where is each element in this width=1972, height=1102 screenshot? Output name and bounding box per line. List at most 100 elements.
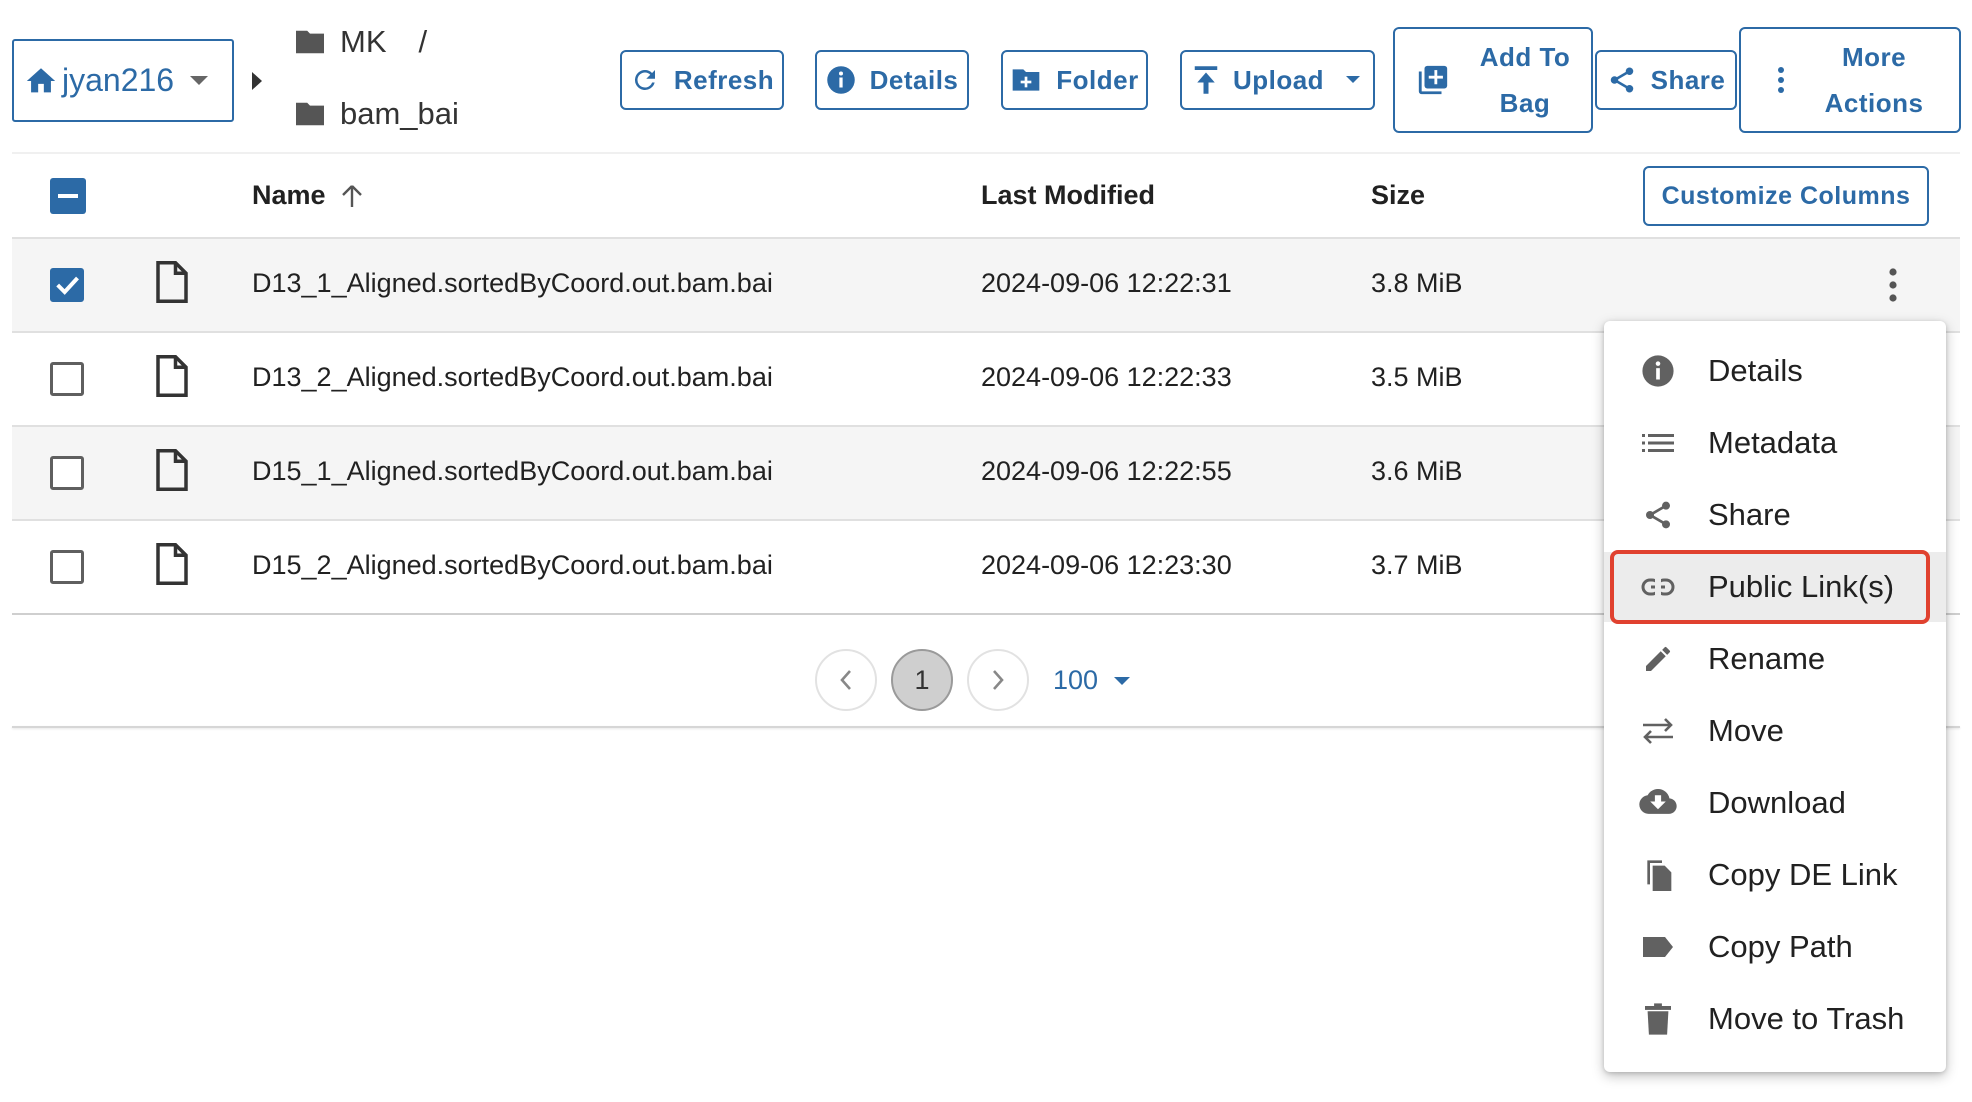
menu-item-label: Copy DE Link [1708,857,1898,892]
menu-item-copy-de-link[interactable]: Copy DE Link [1604,840,1946,910]
row-checkbox[interactable] [50,550,84,584]
breadcrumb-label: bam_bai [340,96,459,131]
menu-item-label: Rename [1708,641,1826,676]
file-size: 3.8 MiB [1371,268,1463,298]
file-icon [154,449,190,491]
upload-label: Upload [1232,64,1325,95]
home-folder-label: jyan216 [62,62,175,98]
sort-ascending-icon [340,183,364,209]
file-modified: 2024-09-06 12:22:31 [981,268,1232,298]
menu-item-label: Metadata [1708,425,1838,460]
add-folder-icon [1010,66,1042,94]
select-all-checkbox[interactable] [50,178,86,214]
swap-icon [1638,711,1678,751]
pencil-icon [1638,639,1678,679]
details-label: Details [869,64,959,95]
new-folder-button[interactable]: Folder [1001,50,1148,110]
trash-icon [1638,999,1678,1039]
customize-columns-label: Customize Columns [1661,181,1911,210]
home-icon [24,64,58,98]
folder-label: Folder [1056,64,1139,95]
previous-page-button[interactable] [815,649,877,711]
label-icon [1638,927,1678,967]
add-to-bag-label-line1: Add To [1479,42,1571,72]
menu-item-metadata[interactable]: Metadata [1604,408,1946,478]
home-folder-selector[interactable]: jyan216 [12,39,234,122]
menu-item-move[interactable]: Move [1604,696,1946,766]
menu-item-label: Copy Path [1708,929,1853,964]
details-button[interactable]: Details [815,50,969,110]
folder-icon [292,28,328,56]
file-icon [154,355,190,397]
cloud-download-icon [1638,783,1678,823]
menu-item-move-to-trash[interactable]: Move to Trash [1604,984,1946,1054]
page-1-button[interactable]: 1 [891,649,953,711]
menu-item-label: Details [1708,353,1803,388]
page-size-select[interactable]: 100 [1053,665,1132,696]
more-vert-icon [1777,66,1785,94]
breadcrumb-expand-icon[interactable] [250,70,264,92]
chevron-left-icon [840,670,851,690]
upload-icon [1193,65,1219,95]
add-to-bag-label-line2: Bag [1499,88,1551,118]
column-header-last-modified[interactable]: Last Modified [981,180,1155,211]
file-name[interactable]: D15_1_Aligned.sortedByCoord.out.bam.bai [252,456,773,487]
refresh-icon [630,65,660,95]
add-to-bag-icon [1416,63,1450,97]
chevron-down-icon [1112,675,1132,687]
upload-button[interactable]: Upload [1180,50,1375,110]
menu-item-details[interactable]: Details [1604,336,1946,406]
breadcrumb-item-bam-bai[interactable]: bam_bai [292,96,459,132]
table-row[interactable]: D13_1_Aligned.sortedByCoord.out.bam.bai … [12,239,1960,333]
file-modified: 2024-09-06 12:22:55 [981,456,1232,486]
next-page-button[interactable] [967,649,1029,711]
column-header-name-label: Name [252,180,326,210]
share-icon [1607,65,1637,95]
refresh-label: Refresh [673,64,775,95]
row-checkbox[interactable] [50,362,84,396]
column-header-name[interactable]: Name [252,180,364,211]
file-modified: 2024-09-06 12:22:33 [981,362,1232,392]
file-icon [154,261,190,303]
info-icon [1638,351,1678,391]
file-size: 3.7 MiB [1371,550,1463,580]
chevron-down-icon [188,74,210,88]
more-actions-label-line1: More [1841,42,1907,72]
menu-item-download[interactable]: Download [1604,768,1946,838]
info-icon [826,65,856,95]
file-size: 3.6 MiB [1371,456,1463,486]
add-to-bag-button[interactable]: Add To Bag [1393,27,1593,133]
row-checkbox[interactable] [50,268,84,302]
customize-columns-button[interactable]: Customize Columns [1643,166,1929,226]
file-size: 3.5 MiB [1371,362,1463,392]
divider [12,152,1960,154]
list-icon [1638,423,1678,463]
menu-item-rename[interactable]: Rename [1604,624,1946,694]
file-name[interactable]: D15_2_Aligned.sortedByCoord.out.bam.bai [252,550,773,581]
file-name[interactable]: D13_2_Aligned.sortedByCoord.out.bam.bai [252,362,773,393]
menu-item-label: Move [1708,713,1784,748]
share-label: Share [1650,64,1726,95]
breadcrumb-separator: / [418,24,428,59]
menu-item-label: Share [1708,497,1791,532]
refresh-button[interactable]: Refresh [620,50,784,110]
row-checkbox[interactable] [50,456,84,490]
row-context-menu: Details Metadata Share Public Link(s) Re… [1604,321,1946,1072]
menu-item-label: Download [1708,785,1846,820]
breadcrumb-label: MK [340,24,387,59]
file-modified: 2024-09-06 12:23:30 [981,550,1232,580]
breadcrumb-item-mk[interactable]: MK / [292,24,427,60]
share-button[interactable]: Share [1595,50,1737,110]
menu-item-label: Move to Trash [1708,1001,1905,1036]
chevron-down-icon [1344,74,1362,86]
file-icon [154,543,190,585]
more-actions-button[interactable]: More Actions [1739,27,1961,133]
page-number: 1 [914,664,930,695]
menu-item-copy-path[interactable]: Copy Path [1604,912,1946,982]
folder-icon [292,100,328,128]
column-header-size[interactable]: Size [1371,180,1425,211]
chevron-right-icon [993,670,1004,690]
row-more-vert-icon[interactable] [1888,267,1898,303]
menu-item-share[interactable]: Share [1604,480,1946,550]
file-name[interactable]: D13_1_Aligned.sortedByCoord.out.bam.bai [252,268,773,299]
